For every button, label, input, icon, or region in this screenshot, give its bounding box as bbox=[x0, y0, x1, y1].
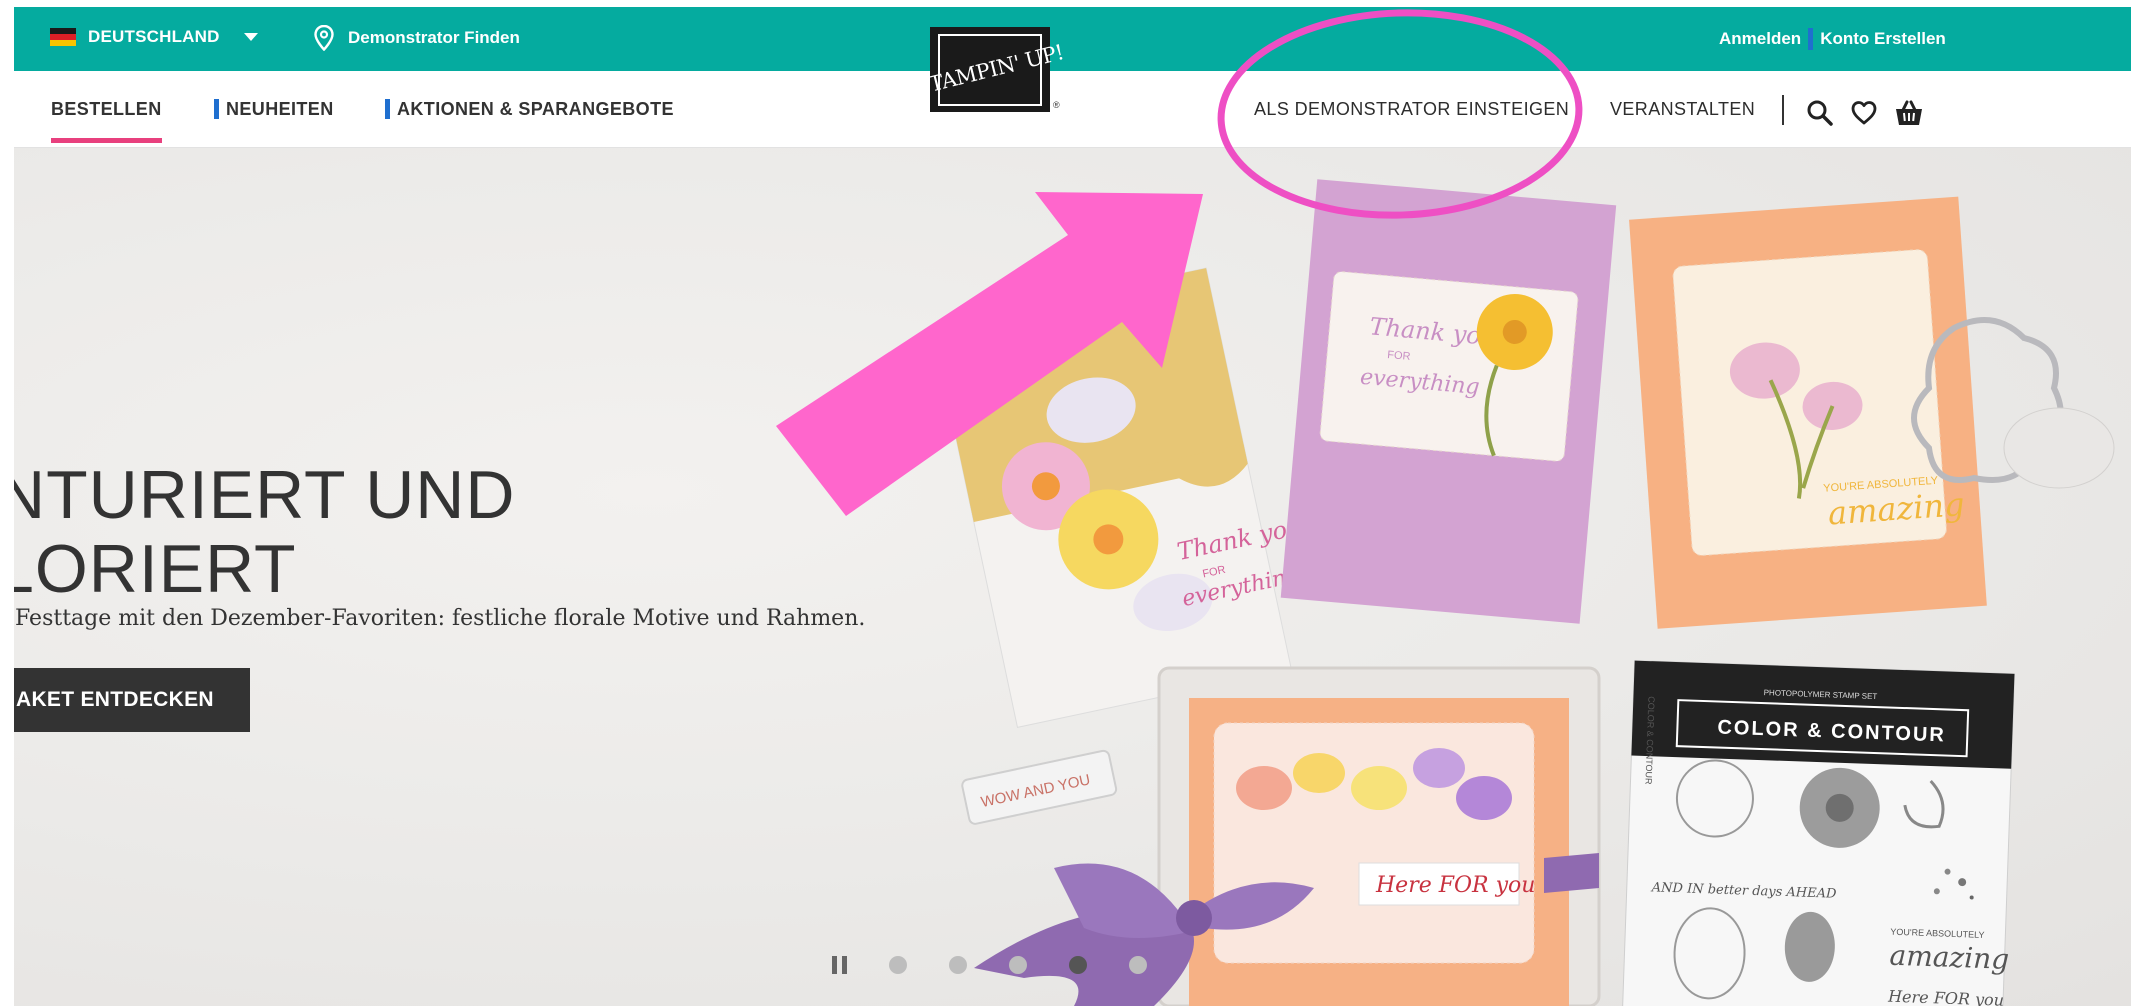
pause-icon[interactable] bbox=[832, 956, 847, 974]
carousel-dot-active[interactable] bbox=[1069, 956, 1087, 974]
finder-label: Demonstrator Finden bbox=[348, 28, 520, 47]
demonstrator-finder-link[interactable]: Demonstrator Finden bbox=[314, 25, 520, 51]
hero-banner: Thank you FOR everything Thank you FOR e… bbox=[14, 148, 2131, 1006]
stamp-set-here-for-you: Here FOR you bbox=[1887, 987, 2005, 1006]
page: DEUTSCHLAND Demonstrator Finden Anmelden… bbox=[14, 7, 2131, 1006]
search-icon[interactable] bbox=[1806, 99, 1834, 127]
card-thank-you-purple: Thank you FOR everything bbox=[1280, 179, 1617, 624]
hero-title-line-1: NTURIERT UND bbox=[14, 457, 516, 533]
carousel-dot[interactable] bbox=[1129, 956, 1147, 974]
nav-item-veranstalten[interactable]: VERANSTALTEN bbox=[1610, 99, 1755, 120]
card-text-for: FOR bbox=[1387, 349, 1411, 363]
heart-icon[interactable] bbox=[1850, 99, 1878, 127]
germany-flag-icon bbox=[50, 28, 76, 46]
card-thank-you-yellow: Thank you FOR everything bbox=[931, 267, 1305, 728]
country-selector[interactable]: DEUTSCHLAND bbox=[50, 27, 258, 47]
logo-text: STAMPIN' UP! bbox=[913, 39, 1067, 100]
nav-divider bbox=[1782, 95, 1784, 125]
chevron-down-icon bbox=[243, 33, 258, 41]
country-label: DEUTSCHLAND bbox=[88, 27, 220, 46]
nav-item-aktionen[interactable]: AKTIONEN & SPARANGEBOTE bbox=[385, 99, 674, 119]
hero-subtitle: Festtage mit den Dezember-Favoriten: fes… bbox=[15, 606, 866, 631]
top-bar: DEUTSCHLAND Demonstrator Finden Anmelden… bbox=[14, 7, 2131, 71]
login-link[interactable]: Anmelden bbox=[1719, 29, 1801, 49]
clear-stamp-block: WOW AND YOU bbox=[961, 749, 1118, 825]
card-youre-amazing: YOU'RE ABSOLUTELY amazing bbox=[1629, 196, 1987, 629]
register-link[interactable]: Konto Erstellen bbox=[1820, 29, 1946, 49]
carousel-dot[interactable] bbox=[1009, 956, 1027, 974]
account-divider bbox=[1808, 28, 1814, 50]
nav-item-neuheiten[interactable]: NEUHEITEN bbox=[214, 99, 334, 119]
stamp-set-amazing: amazing bbox=[1889, 939, 2010, 976]
stamp-set-package: PHOTOPOLYMER STAMP SET COLOR & CONTOUR C… bbox=[1621, 660, 2016, 1006]
cart-icon[interactable] bbox=[1894, 99, 1924, 127]
hero-cta-button[interactable]: AKET ENTDECKEN bbox=[14, 668, 250, 732]
hero-cta-label: AKET ENTDECKEN bbox=[16, 688, 214, 711]
logo-registered-mark: ® bbox=[1053, 100, 1060, 110]
nav-item-bestellen[interactable]: BESTELLEN bbox=[51, 99, 162, 143]
carousel-controls bbox=[832, 956, 1147, 974]
carousel-dot[interactable] bbox=[889, 956, 907, 974]
nav-item-demonstrator-einsteigen[interactable]: ALS DEMONSTRATOR EINSTEIGEN bbox=[1254, 99, 1569, 120]
location-pin-icon bbox=[314, 25, 334, 51]
hero-title: NTURIERT UND LORIERT bbox=[14, 458, 516, 606]
logo-frame: STAMPIN' UP! bbox=[914, 33, 1066, 106]
hero-title-line-2: LORIERT bbox=[14, 531, 297, 607]
main-nav: BESTELLEN NEUHEITEN AKTIONEN & SPARANGEB… bbox=[14, 71, 2131, 148]
account-links: Anmelden Konto Erstellen bbox=[1719, 28, 1946, 50]
card-text-here-for-you: Here FOR you bbox=[1375, 873, 1535, 898]
carousel-dot[interactable] bbox=[949, 956, 967, 974]
stampin-up-logo[interactable]: STAMPIN' UP! bbox=[914, 27, 1066, 112]
